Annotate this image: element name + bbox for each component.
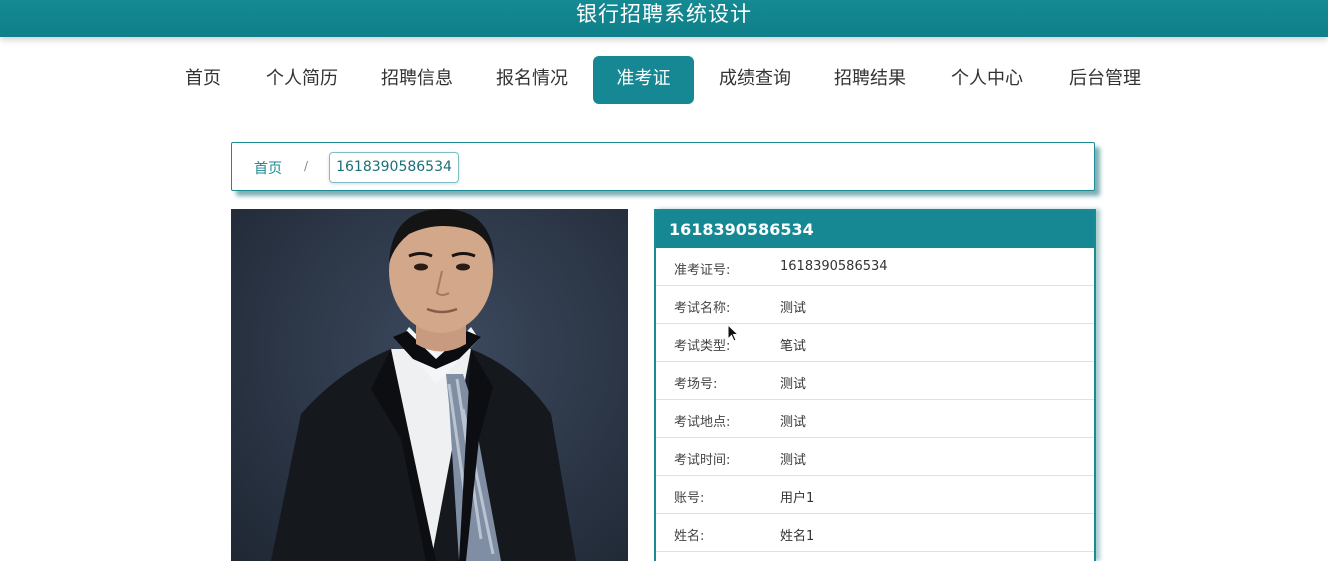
header-bar: 银行招聘系统设计: [0, 0, 1328, 37]
nav-item-home[interactable]: 首页: [178, 56, 228, 104]
detail-row-exam-time: 考试时间: 测试: [656, 438, 1094, 476]
detail-row-exam-location: 考试地点: 测试: [656, 400, 1094, 438]
detail-value: 1618390586534: [780, 259, 888, 274]
nav-item-score-query[interactable]: 成绩查询: [715, 56, 795, 104]
detail-row-account: 账号: 用户1: [656, 476, 1094, 514]
detail-value: 用户1: [780, 491, 815, 506]
nav-item-registration[interactable]: 报名情况: [492, 56, 572, 104]
ticket-title: 1618390586534: [656, 211, 1094, 248]
detail-value: 测试: [780, 301, 807, 316]
admission-ticket-panel: 1618390586534 准考证号: 1618390586534 考试名称: …: [654, 209, 1096, 561]
detail-label: 准考证号:: [674, 263, 731, 278]
nav-item-admission-ticket[interactable]: 准考证: [593, 56, 694, 104]
detail-label: 考试时间:: [674, 453, 731, 468]
detail-row-exam-room: 考场号: 测试: [656, 362, 1094, 400]
nav-item-job-info[interactable]: 招聘信息: [377, 56, 457, 104]
detail-label: 考场号:: [674, 377, 718, 392]
breadcrumb-separator: /: [304, 159, 309, 173]
detail-row-name: 姓名: 姓名1: [656, 514, 1094, 552]
detail-value: 测试: [780, 377, 807, 392]
site-title: 银行招聘系统设计: [576, 2, 752, 26]
detail-label: 考试类型:: [674, 339, 731, 354]
detail-value: 测试: [780, 453, 807, 468]
nav-item-results[interactable]: 招聘结果: [830, 56, 910, 104]
portrait-illustration: [271, 209, 576, 561]
detail-value: 姓名1: [780, 529, 815, 544]
mouse-cursor-icon: [727, 324, 739, 342]
detail-label: 考试地点:: [674, 415, 731, 430]
nav-item-admin[interactable]: 后台管理: [1065, 56, 1145, 104]
detail-label: 姓名:: [674, 529, 705, 544]
detail-label: 考试名称:: [674, 301, 731, 316]
detail-value: 测试: [780, 415, 807, 430]
candidate-photo: [231, 209, 628, 561]
breadcrumb: 首页 / 1618390586534: [231, 142, 1095, 191]
nav-item-personal-center[interactable]: 个人中心: [947, 56, 1027, 104]
breadcrumb-home-link[interactable]: 首页: [254, 158, 282, 178]
detail-row-exam-type: 考试类型: 笔试: [656, 324, 1094, 362]
detail-value: 笔试: [780, 339, 807, 354]
main-nav: 首页 个人简历 招聘信息 报名情况 准考证 成绩查询 招聘结果 个人中心 后台管…: [0, 56, 1328, 104]
nav-item-resume[interactable]: 个人简历: [262, 56, 342, 104]
detail-label: 账号:: [674, 491, 705, 506]
detail-row-exam-name: 考试名称: 测试: [656, 286, 1094, 324]
breadcrumb-current[interactable]: 1618390586534: [329, 152, 459, 183]
detail-row-ticket-number: 准考证号: 1618390586534: [656, 248, 1094, 286]
